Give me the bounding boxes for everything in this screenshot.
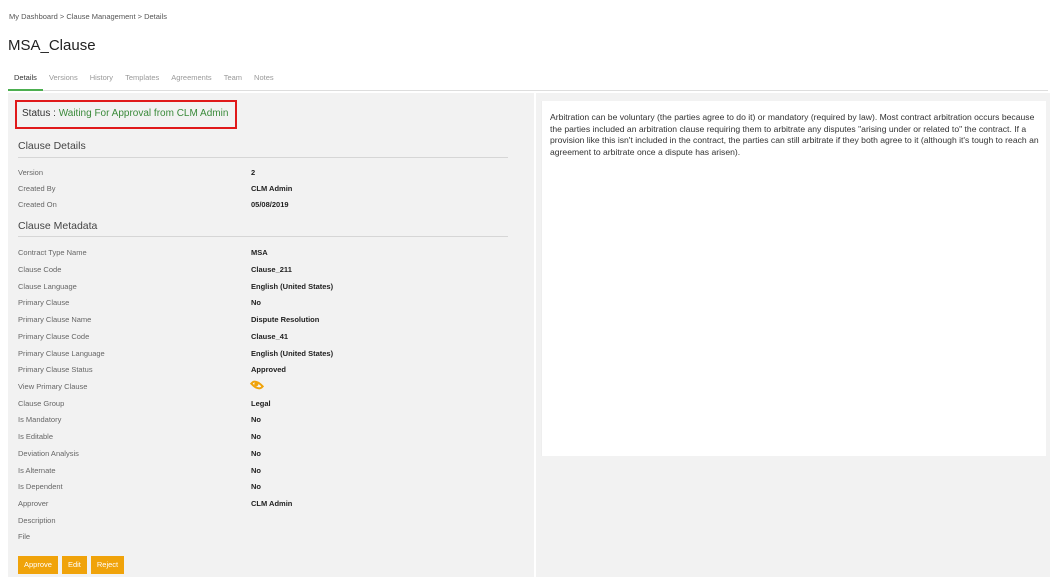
metadata-row-primary-clause-name: Primary Clause Name Dispute Resolution — [18, 315, 518, 329]
metadata-row-description: Description — [18, 516, 518, 530]
row-label: Contract Type Name — [18, 248, 87, 257]
clause-text: Arbitration can be voluntary (the partie… — [550, 112, 1039, 157]
row-value: No — [251, 466, 261, 475]
metadata-row-primary-clause: Primary Clause No — [18, 298, 518, 312]
metadata-row-primary-clause-status: Primary Clause Status Approved — [18, 365, 518, 379]
tab-agreements[interactable]: Agreements — [165, 70, 217, 91]
row-label: Is Dependent — [18, 482, 63, 491]
row-label: Is Mandatory — [18, 415, 62, 424]
metadata-row-contract-type: Contract Type Name MSA — [18, 248, 518, 262]
metadata-row-primary-clause-code: Primary Clause Code Clause_41 — [18, 332, 518, 346]
row-label: Description — [18, 516, 56, 525]
row-label: Deviation Analysis — [18, 449, 79, 458]
approve-button[interactable]: Approve — [18, 556, 58, 574]
reject-button[interactable]: Reject — [90, 556, 125, 574]
detail-row-version: Version 2 — [18, 168, 518, 182]
row-value: No — [251, 449, 261, 458]
row-label: Is Alternate — [18, 466, 56, 475]
metadata-row-approver: Approver CLM Admin — [18, 499, 518, 513]
row-value: No — [251, 298, 261, 307]
detail-row-created-on: Created On 05/08/2019 — [18, 200, 518, 214]
metadata-row-is-editable: Is Editable No — [18, 432, 518, 446]
section-divider — [18, 157, 508, 158]
status-box: Status : Waiting For Approval from CLM A… — [15, 100, 237, 129]
row-label: Created By — [18, 184, 56, 193]
detail-row-created-by: Created By CLM Admin — [18, 184, 518, 198]
row-label: Primary Clause — [18, 298, 70, 307]
status-value: Waiting For Approval from CLM Admin — [58, 108, 229, 119]
details-panel: Status : Waiting For Approval from CLM A… — [8, 93, 534, 577]
row-label: Primary Clause Status — [18, 365, 93, 374]
row-label: Created On — [18, 200, 57, 209]
edit-button[interactable]: Edit — [61, 556, 87, 574]
metadata-row-deviation-analysis: Deviation Analysis No — [18, 449, 518, 463]
status-label: Status : — [22, 108, 56, 119]
metadata-row-primary-clause-language: Primary Clause Language English (United … — [18, 349, 518, 363]
row-label: File — [18, 532, 31, 541]
row-value: English (United States) — [251, 349, 334, 358]
row-label: Is Editable — [18, 432, 54, 441]
row-value: English (United States) — [251, 282, 334, 291]
row-value: Dispute Resolution — [251, 315, 320, 324]
row-label: Primary Clause Language — [18, 349, 105, 358]
row-value: 2 — [251, 168, 256, 177]
metadata-row-clause-group: Clause Group Legal — [18, 399, 518, 413]
tab-notes[interactable]: Notes — [248, 70, 280, 91]
tab-templates[interactable]: Templates — [119, 70, 165, 91]
clause-metadata-title: Clause Metadata — [18, 220, 98, 232]
tab-bar: Details Versions History Templates Agree… — [8, 70, 1048, 91]
row-label: Clause Code — [18, 265, 62, 274]
metadata-row-file: File — [18, 532, 518, 546]
clause-details-title: Clause Details — [18, 140, 86, 152]
row-label: Primary Clause Name — [18, 315, 92, 324]
row-value: Clause_41 — [251, 332, 289, 341]
row-value: No — [251, 415, 261, 424]
row-label: View Primary Clause — [18, 382, 88, 391]
row-value: CLM Admin — [251, 184, 293, 193]
metadata-row-view-primary-clause: View Primary Clause — [18, 377, 518, 396]
page-title: MSA_Clause — [8, 37, 96, 54]
metadata-row-is-alternate: Is Alternate No — [18, 466, 518, 480]
row-value: CLM Admin — [251, 499, 293, 508]
breadcrumb[interactable]: My Dashboard > Clause Management > Detai… — [9, 12, 167, 21]
row-value: Approved — [251, 365, 287, 374]
row-value: No — [251, 432, 261, 441]
tab-versions[interactable]: Versions — [43, 70, 84, 91]
section-divider — [18, 236, 508, 237]
clause-text-panel: Arbitration can be voluntary (the partie… — [541, 101, 1046, 456]
row-value: Legal — [251, 399, 271, 408]
row-value: No — [251, 482, 261, 491]
metadata-row-is-mandatory: Is Mandatory No — [18, 415, 518, 429]
row-label: Primary Clause Code — [18, 332, 90, 341]
row-value: 05/08/2019 — [251, 200, 289, 209]
tab-history[interactable]: History — [84, 70, 119, 91]
action-buttons: Approve Edit Reject — [18, 556, 125, 574]
row-label: Version — [18, 168, 44, 177]
row-label: Clause Group — [18, 399, 65, 408]
tab-details[interactable]: Details — [8, 70, 43, 91]
row-value: MSA — [251, 248, 268, 257]
metadata-row-clause-code: Clause Code Clause_211 — [18, 265, 518, 279]
metadata-row-is-dependent: Is Dependent No — [18, 482, 518, 496]
eye-icon[interactable] — [249, 377, 265, 393]
row-label: Clause Language — [18, 282, 77, 291]
row-label: Approver — [18, 499, 49, 508]
metadata-row-clause-language: Clause Language English (United States) — [18, 282, 518, 296]
row-value: Clause_211 — [251, 265, 292, 274]
tab-team[interactable]: Team — [218, 70, 248, 91]
